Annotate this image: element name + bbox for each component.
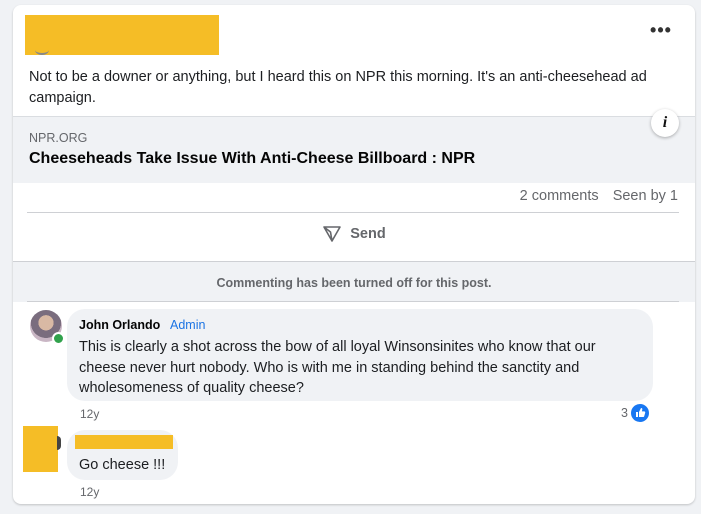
redacted-avatar <box>23 426 58 472</box>
redacted-author-header <box>25 15 219 55</box>
send-icon <box>323 226 342 242</box>
comment-timestamp[interactable]: 12y <box>80 485 99 499</box>
comment-text: This is clearly a shot across the bow of… <box>79 339 596 396</box>
post-stats: 2 comments Seen by 1 <box>510 188 678 204</box>
more-options-icon[interactable]: ••• <box>649 21 673 41</box>
link-title[interactable]: Cheeseheads Take Issue With Anti-Cheese … <box>29 150 475 168</box>
comment-timestamp[interactable]: 12y <box>80 407 99 421</box>
comment-bubble: John Orlando Admin This is clearly a sho… <box>67 309 653 401</box>
comments-count[interactable]: 2 comments <box>520 188 599 204</box>
commenting-disabled-bar: Commenting has been turned off for this … <box>13 261 695 302</box>
divider <box>27 212 679 213</box>
send-label: Send <box>350 226 386 242</box>
link-preview[interactable]: NPR.ORG Cheeseheads Take Issue With Anti… <box>13 116 695 183</box>
seen-by-count[interactable]: Seen by 1 <box>613 188 678 204</box>
avatar-edge <box>57 436 61 450</box>
admin-badge: Admin <box>170 318 206 332</box>
post-card: ••• Not to be a downer or anything, but … <box>13 5 695 504</box>
reaction-count[interactable]: 3 <box>621 406 628 420</box>
link-domain: NPR.ORG <box>29 131 88 145</box>
like-reaction-icon[interactable] <box>630 403 650 423</box>
commenting-disabled-notice: Commenting has been turned off for this … <box>216 276 492 290</box>
send-button[interactable]: Send <box>13 220 695 250</box>
author-avatar-edge <box>35 45 49 55</box>
online-status-dot <box>52 332 65 345</box>
divider <box>27 301 679 302</box>
post-body-text: Not to be a downer or anything, but I he… <box>29 69 647 106</box>
thumbs-up-icon <box>636 408 646 417</box>
comment-text: Go cheese !!! <box>79 457 166 473</box>
comment-author-name[interactable]: John Orlando <box>79 318 160 332</box>
info-icon[interactable]: i <box>651 109 679 137</box>
redacted-author-name <box>75 435 173 449</box>
